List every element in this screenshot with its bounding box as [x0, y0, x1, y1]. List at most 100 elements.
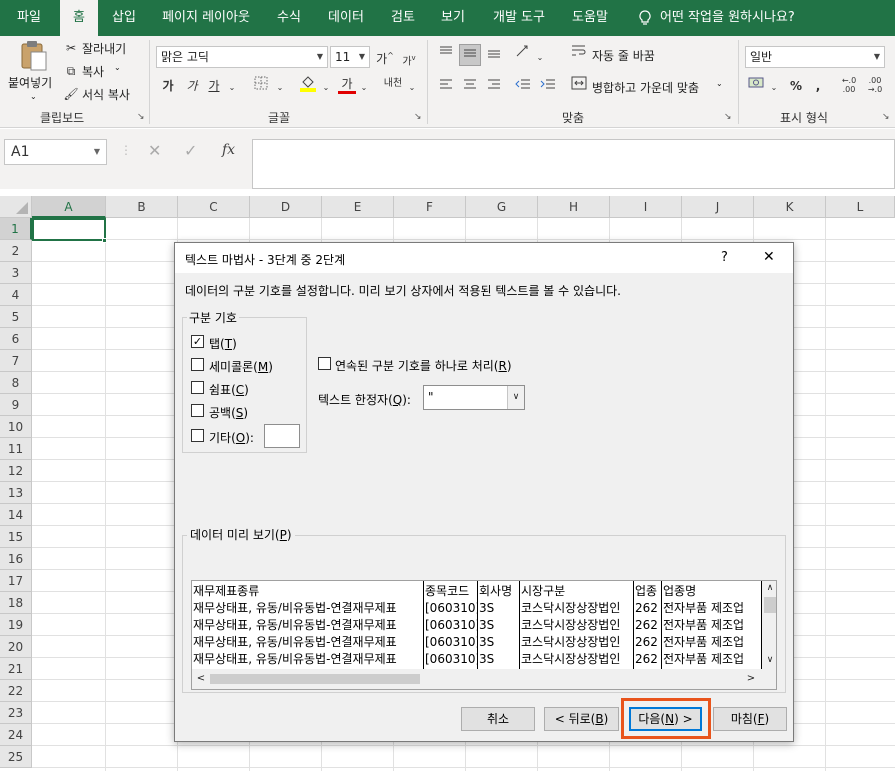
name-box[interactable]: A1 ▼ [4, 139, 107, 165]
data-preview-table[interactable]: 재무제표종류 종목코드 회사명 시장구분 업종 업종명 재무상태표, 유동/비유동법-연결재… [191, 580, 777, 690]
row-header[interactable]: 13 [0, 482, 32, 504]
other-option-label[interactable]: 기타(O): [209, 429, 254, 446]
row-header[interactable]: 22 [0, 680, 32, 702]
copy-button[interactable]: 복사 [82, 63, 104, 80]
column-header[interactable]: A [32, 196, 106, 218]
font-color-icon[interactable]: 가 [338, 74, 356, 94]
tab-file[interactable]: 파일 [4, 0, 54, 36]
percent-button[interactable]: % [786, 76, 806, 96]
tab-data[interactable]: 데이터 [318, 0, 374, 36]
consecutive-delimiter-label[interactable]: 연속된 구분 기호를 하나로 처리(R) [335, 357, 512, 374]
fill-color-icon[interactable] [298, 74, 318, 98]
paste-icon[interactable] [18, 40, 50, 72]
scroll-left-icon[interactable]: < [194, 671, 208, 687]
tab-home[interactable]: 홈 [60, 0, 98, 36]
chevron-down-icon[interactable]: ⌄ [226, 78, 238, 98]
font-name-combo[interactable]: 맑은 고딕 ▼ [156, 46, 328, 68]
dialog-titlebar[interactable]: 텍스트 마법사 - 3단계 중 2단계 ? ✕ [175, 243, 793, 273]
phonetic-guide-icon[interactable]: 내천 [380, 74, 406, 94]
column-header[interactable]: B [106, 196, 178, 218]
tab-option-label[interactable]: 탭(T) [209, 335, 237, 352]
cancel-entry-icon[interactable]: ✕ [148, 141, 161, 160]
help-button[interactable]: ? [721, 250, 728, 265]
other-checkbox[interactable] [191, 429, 204, 442]
comma-style-button[interactable]: , [810, 76, 826, 96]
scrollbar-thumb[interactable] [764, 597, 776, 613]
space-option-label[interactable]: 공백(S) [209, 404, 248, 421]
tab-help[interactable]: 도움말 [564, 0, 616, 36]
clipboard-launcher-icon[interactable]: ↘ [137, 112, 145, 122]
active-cell-a1[interactable] [32, 218, 106, 241]
merge-center-button[interactable]: 병합하고 가운데 맞춤 [592, 79, 699, 96]
other-delimiter-input[interactable] [264, 424, 300, 448]
chevron-down-icon[interactable]: ⌄ [716, 79, 723, 88]
close-button[interactable]: ✕ [763, 249, 775, 265]
align-middle-icon[interactable] [459, 44, 481, 66]
comma-option-label[interactable]: 쉼표(C) [209, 381, 249, 398]
chevron-down-icon[interactable]: ∨ [507, 386, 524, 409]
column-header[interactable]: H [538, 196, 610, 218]
chevron-down-icon[interactable]: ⌄ [358, 78, 370, 98]
paste-button[interactable]: 붙여넣기 [8, 74, 52, 91]
row-header[interactable]: 2 [0, 240, 32, 262]
borders-icon[interactable] [250, 76, 272, 96]
consecutive-delimiter-checkbox[interactable] [318, 357, 331, 370]
row-header[interactable]: 24 [0, 724, 32, 746]
align-bottom-icon[interactable] [484, 44, 504, 64]
space-checkbox[interactable] [191, 404, 204, 417]
row-header[interactable]: 12 [0, 460, 32, 482]
wrap-text-button[interactable]: 자동 줄 바꿈 [592, 47, 655, 64]
confirm-entry-icon[interactable]: ✓ [184, 141, 197, 160]
next-button[interactable]: 다음(N) > [629, 707, 702, 731]
column-header[interactable]: J [682, 196, 754, 218]
alignment-launcher-icon[interactable]: ↘ [724, 112, 732, 122]
column-header[interactable]: E [322, 196, 394, 218]
formula-input[interactable] [252, 139, 895, 189]
row-header[interactable]: 23 [0, 702, 32, 724]
chevron-down-icon[interactable]: ▼ [94, 140, 100, 164]
scroll-down-icon[interactable]: ∨ [762, 653, 776, 667]
decrease-indent-icon[interactable] [512, 76, 534, 96]
row-header[interactable]: 20 [0, 636, 32, 658]
row-header[interactable]: 6 [0, 328, 32, 350]
tell-me-search[interactable]: 어떤 작업을 원하시나요? [660, 0, 810, 36]
underline-button[interactable]: 가 [204, 76, 224, 96]
row-header[interactable]: 9 [0, 394, 32, 416]
row-header[interactable]: 15 [0, 526, 32, 548]
tab-view[interactable]: 보기 [432, 0, 474, 36]
scroll-right-icon[interactable]: > [744, 671, 758, 687]
row-header[interactable]: 25 [0, 746, 32, 768]
increase-indent-icon[interactable] [537, 76, 559, 96]
chevron-down-icon[interactable]: ⌄ [274, 78, 286, 98]
grow-font-icon[interactable]: 가^ [376, 46, 394, 69]
column-header[interactable]: D [250, 196, 322, 218]
column-header[interactable]: I [610, 196, 682, 218]
chevron-down-icon[interactable]: ⌄ [406, 78, 418, 98]
comma-checkbox[interactable] [191, 381, 204, 394]
row-header[interactable]: 18 [0, 592, 32, 614]
font-launcher-icon[interactable]: ↘ [414, 112, 422, 122]
finish-button[interactable]: 마침(F) [713, 707, 787, 731]
increase-decimal-icon[interactable]: ←.0.00 [838, 76, 860, 94]
row-header[interactable]: 21 [0, 658, 32, 680]
format-painter-button[interactable]: 서식 복사 [82, 86, 130, 103]
row-header[interactable]: 8 [0, 372, 32, 394]
row-header[interactable]: 3 [0, 262, 32, 284]
row-header[interactable]: 11 [0, 438, 32, 460]
tab-checkbox[interactable]: ✓ [191, 335, 204, 348]
text-qualifier-select[interactable]: " ∨ [423, 385, 525, 410]
align-right-icon[interactable] [484, 76, 504, 96]
scrollbar-thumb[interactable] [210, 674, 420, 684]
tab-formulas[interactable]: 수식 [268, 0, 310, 36]
align-left-icon[interactable] [436, 76, 456, 96]
row-header[interactable]: 5 [0, 306, 32, 328]
row-header[interactable]: 7 [0, 350, 32, 372]
row-header[interactable]: 1 [0, 218, 32, 240]
number-launcher-icon[interactable]: ↘ [882, 112, 890, 122]
paste-chevron-icon[interactable]: ⌄ [30, 92, 37, 101]
column-header[interactable]: L [826, 196, 895, 218]
cancel-button[interactable]: 취소 [461, 707, 535, 731]
fill-handle[interactable] [102, 238, 107, 243]
row-header[interactable]: 4 [0, 284, 32, 306]
tab-review[interactable]: 검토 [382, 0, 424, 36]
